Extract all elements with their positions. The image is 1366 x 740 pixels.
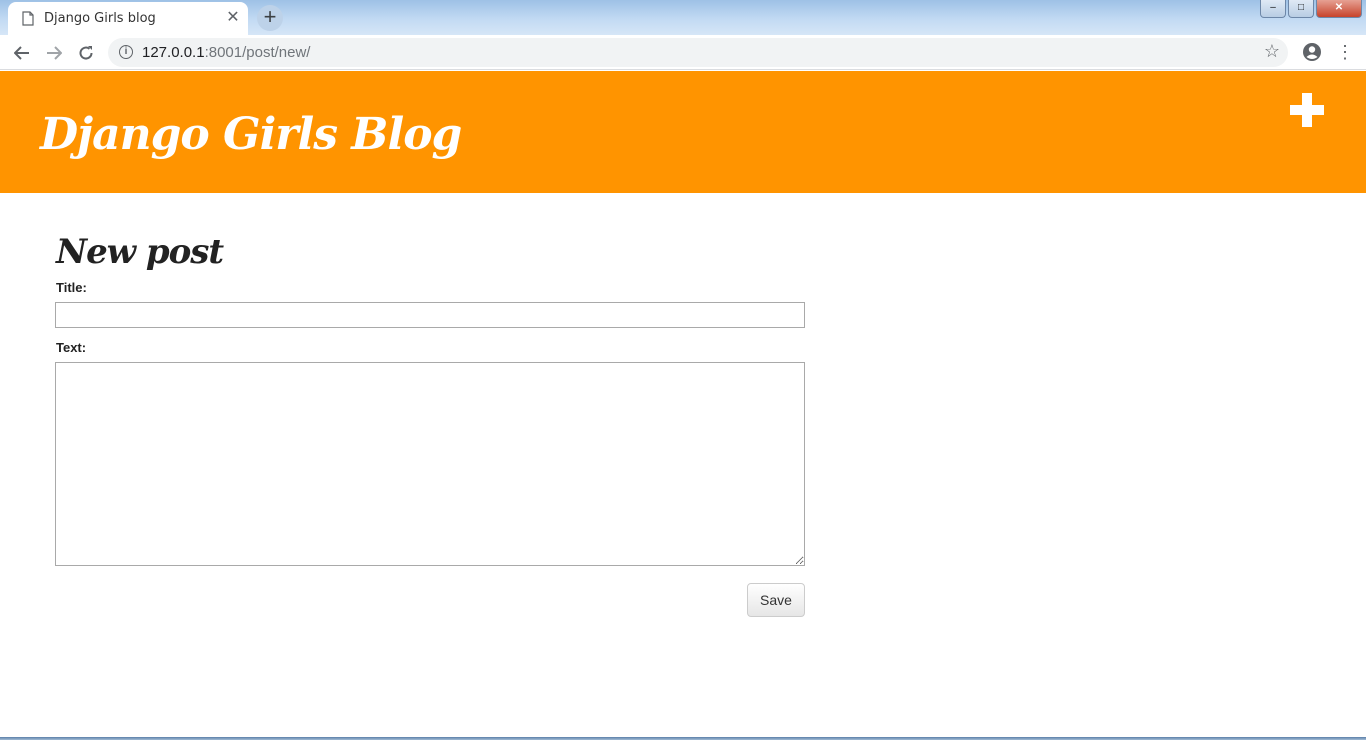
plus-icon-bar-vertical [1302, 93, 1312, 127]
back-arrow-icon[interactable] [8, 39, 36, 67]
tab-title: Django Girls blog [44, 11, 156, 26]
url-text[interactable]: 127.0.0.1:8001/post/new/ [142, 44, 310, 61]
account-icon[interactable] [1301, 41, 1323, 63]
page-title: New post [56, 232, 224, 272]
text-textarea[interactable] [55, 362, 805, 566]
title-input[interactable] [55, 302, 805, 328]
post-form: New post Title: Text: Save [55, 232, 805, 617]
browser-tab-strip: Django Girls blog ✕ + – □ ✕ [0, 0, 1366, 35]
page-icon [22, 11, 34, 26]
page-header: Django Girls Blog [0, 71, 1366, 193]
url-path: :8001/post/new/ [204, 44, 311, 61]
site-title-link[interactable]: Django Girls Blog [40, 109, 462, 160]
text-label: Text: [56, 340, 87, 355]
url-host: 127.0.0.1 [142, 44, 205, 61]
title-label: Title: [56, 280, 87, 295]
info-icon[interactable]: i [119, 45, 133, 59]
forward-arrow-icon[interactable] [40, 39, 68, 67]
plus-icon[interactable] [1290, 93, 1324, 127]
maximize-button[interactable]: □ [1288, 0, 1314, 18]
address-bar[interactable]: i 127.0.0.1:8001/post/new/ ☆ [108, 38, 1288, 67]
save-button[interactable]: Save [747, 583, 805, 617]
minimize-button[interactable]: – [1260, 0, 1286, 18]
star-icon[interactable]: ☆ [1264, 41, 1280, 62]
kebab-menu-icon[interactable]: ⋮ [1336, 40, 1354, 64]
browser-tab[interactable]: Django Girls blog ✕ [8, 2, 248, 35]
reload-icon[interactable] [72, 39, 100, 67]
new-tab-button[interactable]: + [257, 5, 283, 31]
window-controls: – □ ✕ [1260, 0, 1362, 18]
window-close-button[interactable]: ✕ [1316, 0, 1362, 18]
tab-close-icon[interactable]: ✕ [224, 9, 242, 27]
browser-toolbar: i 127.0.0.1:8001/post/new/ ☆ ⋮ [0, 35, 1366, 70]
